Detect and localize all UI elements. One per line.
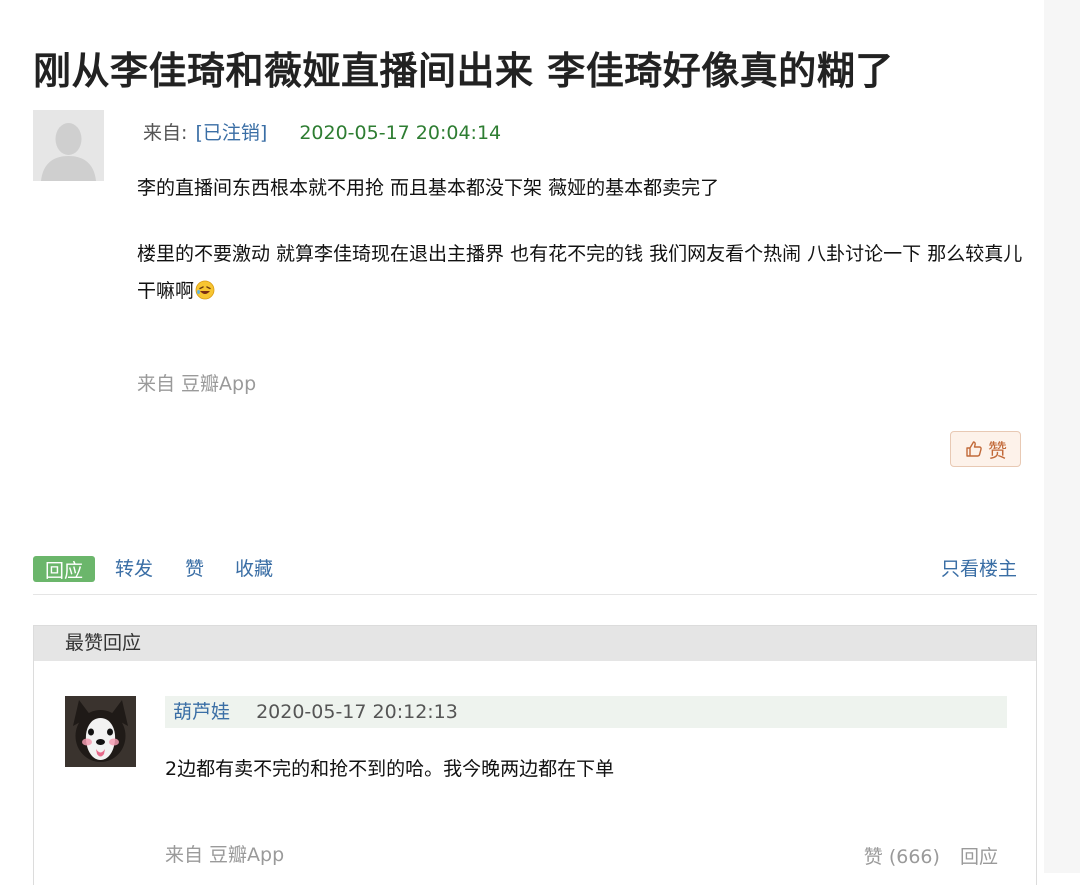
post-source: 来自 豆瓣App bbox=[137, 373, 257, 395]
post-time: 2020-05-17 20:04:14 bbox=[299, 122, 502, 144]
forward-link[interactable]: 转发 bbox=[115, 556, 153, 582]
comment-time: 2020-05-17 20:12:13 bbox=[256, 701, 458, 723]
like-label: 赞 bbox=[987, 439, 1007, 462]
comment-like-link[interactable]: 赞 (666) bbox=[864, 846, 940, 868]
comment-reply-link[interactable]: 回应 bbox=[960, 846, 998, 868]
reply-button[interactable]: 回应 bbox=[33, 556, 95, 582]
comment-meta: 葫芦娃 2020-05-17 20:12:13 bbox=[165, 696, 1007, 728]
comment-source: 来自 豆瓣App bbox=[165, 844, 285, 866]
page-title: 刚从李佳琦和薇娅直播间出来 李佳琦好像真的糊了 bbox=[33, 49, 894, 93]
post-actions: 回应 转发 赞 收藏 只看楼主 bbox=[33, 556, 1037, 584]
post-paragraph: 李的直播间东西根本就不用抢 而且基本都没下架 薇娅的基本都卖完了 bbox=[137, 177, 720, 199]
comment-text: 2边都有卖不完的和抢不到的哈。我今晚两边都在下单 bbox=[165, 758, 615, 780]
dog-avatar-image bbox=[65, 696, 136, 767]
post-like-button[interactable]: 赞 bbox=[950, 431, 1021, 467]
divider bbox=[33, 594, 1037, 595]
thumbs-up-icon bbox=[966, 441, 982, 457]
best-replies-header: 最赞回应 bbox=[34, 626, 1036, 661]
author-link[interactable]: [已注销] bbox=[195, 122, 267, 144]
best-replies-section: 最赞回应 葫芦娃 2020-05-17 20:12:13 2边都有卖不完的和抢不… bbox=[33, 625, 1037, 885]
post-paragraph: 楼里的不要激动 就算李佳琦现在退出主播界 也有花不完的钱 我们网友看个热闹 八卦… bbox=[137, 236, 1027, 310]
commenter-avatar[interactable] bbox=[65, 696, 136, 767]
rofl-emoji-icon bbox=[195, 280, 215, 300]
post-body: 李的直播间东西根本就不用抢 而且基本都没下架 薇娅的基本都卖完了 楼里的不要激动… bbox=[137, 170, 1027, 339]
right-edge-strip bbox=[1044, 0, 1080, 873]
like-link[interactable]: 赞 bbox=[185, 556, 204, 582]
post-paragraph-text: 楼里的不要激动 就算李佳琦现在退出主播界 也有花不完的钱 我们网友看个热闹 八卦… bbox=[137, 243, 1023, 302]
user-silhouette-icon bbox=[33, 110, 104, 181]
from-label: 来自: bbox=[143, 122, 188, 144]
commenter-name[interactable]: 葫芦娃 bbox=[173, 701, 230, 723]
collect-link[interactable]: 收藏 bbox=[235, 556, 273, 582]
only-op-link[interactable]: 只看楼主 bbox=[941, 556, 1017, 582]
comment-actions: 赞 (666) 回应 bbox=[850, 842, 998, 869]
author-avatar[interactable] bbox=[33, 110, 104, 181]
post-meta: 来自: [已注销] 2020-05-17 20:04:14 bbox=[143, 118, 501, 145]
